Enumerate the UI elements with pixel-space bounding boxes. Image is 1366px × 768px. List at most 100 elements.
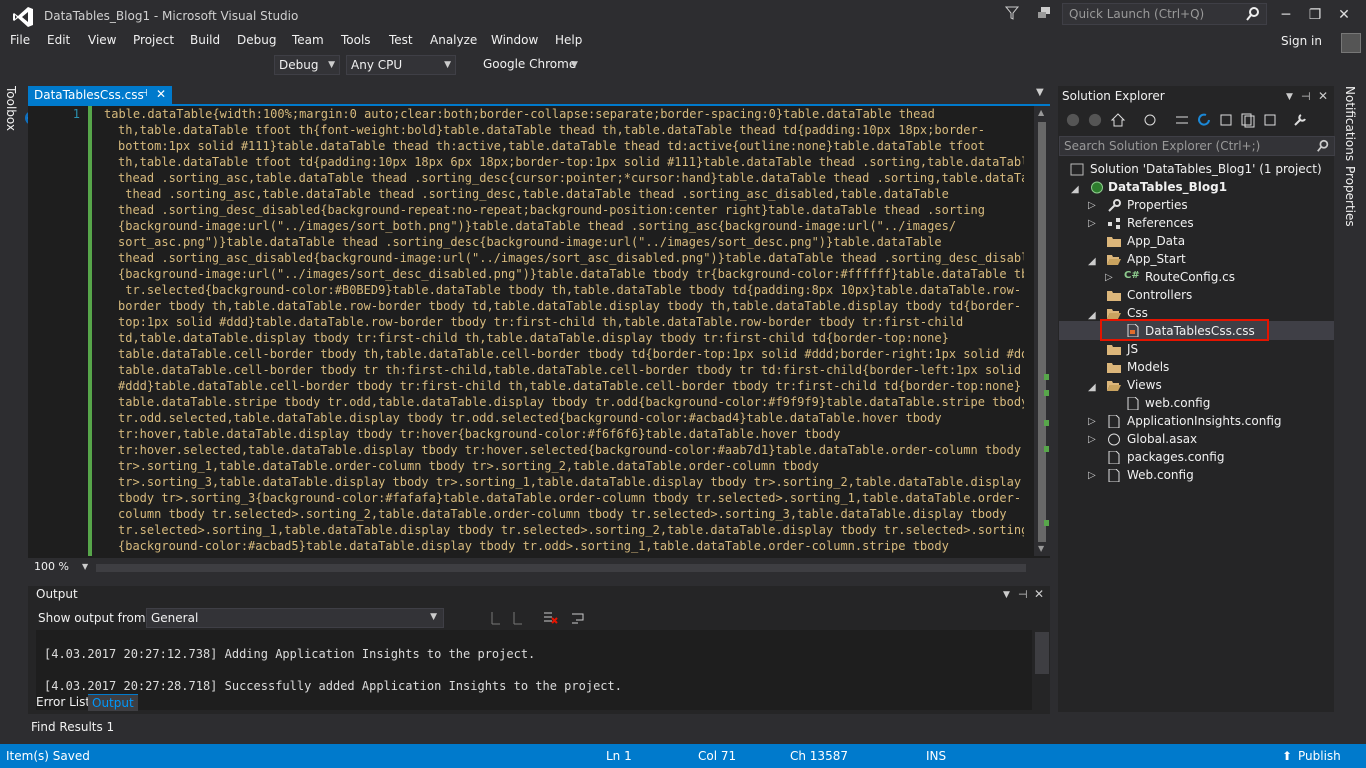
- back-icon[interactable]: [1066, 113, 1080, 127]
- collapsed-arrow-icon[interactable]: ▷: [1105, 272, 1113, 283]
- minimize-button[interactable]: ─: [1276, 6, 1296, 26]
- tree-item-views-webconfig[interactable]: web.config: [1145, 396, 1210, 410]
- tab-error-list[interactable]: Error List: [32, 694, 94, 710]
- tree-item-views[interactable]: Views: [1127, 378, 1162, 392]
- menu-build[interactable]: Build: [190, 33, 220, 47]
- search-icon[interactable]: [1316, 139, 1330, 153]
- show-all-files-icon[interactable]: [1240, 112, 1256, 128]
- maximize-button[interactable]: ❐: [1305, 6, 1325, 26]
- tree-item-project[interactable]: DataTables_Blog1: [1108, 180, 1227, 194]
- wrench-icon: [1108, 199, 1121, 212]
- tab-find-results[interactable]: Find Results 1: [31, 720, 114, 734]
- tree-item-solution[interactable]: Solution 'DataTables_Blog1' (1 project): [1090, 162, 1322, 176]
- scroll-down-icon[interactable]: ▼: [1038, 544, 1044, 553]
- filter-icon[interactable]: [1004, 5, 1020, 21]
- chevron-down-icon[interactable]: ▼: [571, 60, 578, 70]
- editor-horizontal-scrollbar[interactable]: [96, 564, 1026, 572]
- tree-item-global-asax[interactable]: Global.asax: [1127, 432, 1197, 446]
- tab-datatablescss[interactable]: DataTablesCss.css: [28, 86, 172, 106]
- tree-item-properties[interactable]: Properties: [1127, 198, 1188, 212]
- expanded-arrow-icon[interactable]: ◢: [1088, 310, 1096, 321]
- menu-project[interactable]: Project: [133, 33, 174, 47]
- collapsed-arrow-icon[interactable]: ▷: [1088, 416, 1096, 427]
- status-bar: [0, 744, 1366, 768]
- wrench-icon[interactable]: [1292, 112, 1308, 128]
- code-text[interactable]: table.dataTable{width:100%;margin:0 auto…: [104, 106, 1024, 556]
- menu-view[interactable]: View: [88, 33, 116, 47]
- properties-icon[interactable]: [1262, 112, 1278, 128]
- publish-icon[interactable]: ⬆: [1282, 749, 1292, 763]
- close-button[interactable]: ✕: [1334, 6, 1354, 26]
- quick-launch-input[interactable]: Quick Launch (Ctrl+Q): [1062, 3, 1267, 25]
- browser-select[interactable]: Google Chrome: [483, 57, 576, 71]
- chevron-down-icon[interactable]: ▼: [1036, 87, 1044, 98]
- pin-icon[interactable]: ⊣: [1018, 588, 1028, 601]
- close-icon[interactable]: ✕: [1034, 587, 1044, 601]
- pending-changes-icon[interactable]: [1142, 112, 1158, 128]
- notifications-tab[interactable]: Notifications: [1343, 86, 1357, 161]
- forward-icon[interactable]: [1088, 113, 1102, 127]
- output-source-select[interactable]: General ▼: [146, 608, 444, 628]
- search-icon[interactable]: [1245, 6, 1261, 22]
- avatar[interactable]: [1341, 33, 1361, 53]
- find-message-icon[interactable]: [488, 610, 504, 626]
- sign-in-link[interactable]: Sign in: [1281, 34, 1322, 48]
- solution-search-input[interactable]: Search Solution Explorer (Ctrl+;): [1059, 136, 1335, 156]
- menu-edit[interactable]: Edit: [47, 33, 70, 47]
- scroll-up-icon[interactable]: ▲: [1038, 108, 1044, 117]
- toolbox-tab[interactable]: Toolbox: [4, 86, 18, 131]
- tree-item-app-data[interactable]: App_Data: [1127, 234, 1185, 248]
- collapsed-arrow-icon[interactable]: ▷: [1088, 434, 1096, 445]
- collapsed-arrow-icon[interactable]: ▷: [1088, 200, 1096, 211]
- publish-button[interactable]: Publish: [1298, 749, 1341, 763]
- expanded-arrow-icon[interactable]: ◢: [1088, 256, 1096, 267]
- collapse-all-icon[interactable]: [1218, 112, 1234, 128]
- tree-item-css[interactable]: Css: [1127, 306, 1148, 320]
- expanded-arrow-icon[interactable]: ◢: [1088, 382, 1096, 393]
- refresh-icon[interactable]: [1196, 112, 1212, 128]
- collapsed-arrow-icon[interactable]: ▷: [1088, 218, 1096, 229]
- menu-window[interactable]: Window: [491, 33, 538, 47]
- solution-config-select[interactable]: Debug ▼: [274, 55, 340, 75]
- menu-file[interactable]: File: [10, 33, 30, 47]
- word-wrap-icon[interactable]: [570, 610, 586, 626]
- properties-tab[interactable]: Properties: [1343, 166, 1357, 227]
- scrollbar-thumb[interactable]: [1038, 122, 1046, 542]
- tree-item-js[interactable]: JS: [1127, 342, 1138, 356]
- close-icon[interactable]: ✕: [1318, 89, 1328, 103]
- tab-output[interactable]: Output: [88, 694, 138, 711]
- expanded-arrow-icon[interactable]: ◢: [1071, 184, 1079, 195]
- tree-item-models[interactable]: Models: [1127, 360, 1169, 374]
- sync-icon[interactable]: [1174, 112, 1190, 128]
- menu-analyze[interactable]: Analyze: [430, 33, 477, 47]
- tree-item-packages-config[interactable]: packages.config: [1127, 450, 1224, 464]
- zoom-select[interactable]: 100 %: [34, 560, 69, 573]
- pin-icon[interactable]: ⊣: [139, 88, 148, 99]
- pin-icon[interactable]: ⊣: [1301, 90, 1311, 103]
- output-vertical-scrollbar[interactable]: [1035, 632, 1049, 674]
- menu-debug[interactable]: Debug: [237, 33, 276, 47]
- change-marker: [1044, 446, 1049, 452]
- tree-item-controllers[interactable]: Controllers: [1127, 288, 1192, 302]
- tree-item-webconfig[interactable]: Web.config: [1127, 468, 1194, 482]
- menu-tools[interactable]: Tools: [341, 33, 371, 47]
- tree-item-app-start[interactable]: App_Start: [1127, 252, 1186, 266]
- chevron-down-icon[interactable]: ▼: [1286, 92, 1293, 102]
- output-title: Output: [36, 587, 78, 601]
- menu-help[interactable]: Help: [555, 33, 582, 47]
- menu-test[interactable]: Test: [389, 33, 413, 47]
- tree-item-routeconfig[interactable]: RouteConfig.cs: [1145, 270, 1235, 284]
- menu-team[interactable]: Team: [292, 33, 324, 47]
- chevron-down-icon[interactable]: ▼: [1003, 590, 1010, 600]
- close-icon[interactable]: ✕: [156, 87, 166, 101]
- tree-item-references[interactable]: References: [1127, 216, 1194, 230]
- platform-select[interactable]: Any CPU ▼: [346, 55, 456, 75]
- feedback-icon[interactable]: [1036, 5, 1052, 21]
- tree-item-datatablescss[interactable]: DataTablesCss.css: [1145, 324, 1255, 338]
- clear-all-icon[interactable]: [542, 610, 558, 626]
- next-message-icon[interactable]: [510, 610, 526, 626]
- collapsed-arrow-icon[interactable]: ▷: [1088, 470, 1096, 481]
- chevron-down-icon[interactable]: ▼: [82, 562, 88, 571]
- home-icon[interactable]: [1110, 112, 1126, 128]
- tree-item-appinsights-config[interactable]: ApplicationInsights.config: [1127, 414, 1282, 428]
